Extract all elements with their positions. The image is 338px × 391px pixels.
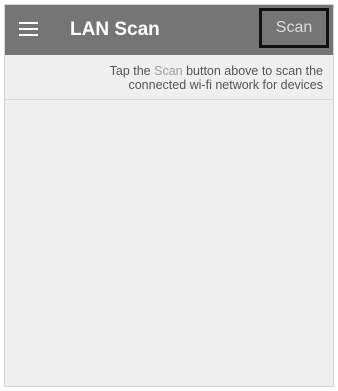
app-toolbar: LAN Scan Scan [5,5,333,55]
menu-bar-middle [19,28,38,31]
instruction-prefix: Tap the [109,64,155,78]
app-screen: LAN Scan Scan Tap the Scan button above … [4,4,334,387]
instruction-scan-highlight: Scan [154,64,183,78]
content-divider [5,99,333,100]
scan-instruction-text: Tap the Scan button above to scan the co… [23,64,323,92]
instruction-line2: connected wi-fi network for devices [128,78,323,92]
menu-bar-bottom [19,34,38,37]
page-title: LAN Scan [70,19,160,40]
instruction-line1-suffix: button above to scan the [182,64,323,78]
scan-button[interactable]: Scan [259,8,329,48]
menu-bar-top [19,22,38,25]
hamburger-menu-icon[interactable] [19,22,38,37]
